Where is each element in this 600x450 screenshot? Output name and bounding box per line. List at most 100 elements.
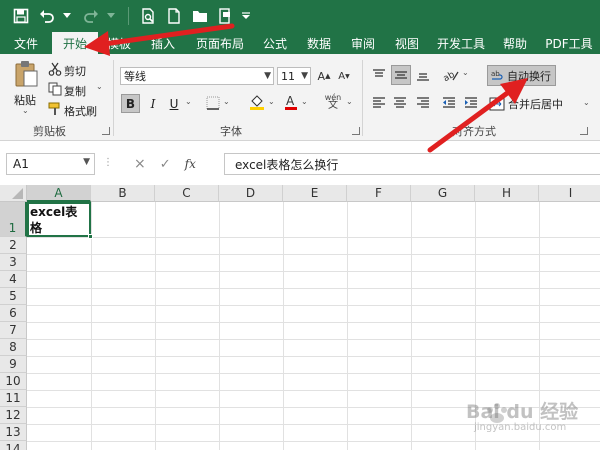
scissors-icon[interactable] <box>48 62 62 76</box>
column-header-i[interactable]: I <box>539 185 600 202</box>
tab-view[interactable]: 视图 <box>384 32 430 54</box>
column-header-d[interactable]: D <box>219 185 283 202</box>
row-header-10[interactable]: 10 <box>0 373 27 390</box>
row-header-8[interactable]: 8 <box>0 339 27 356</box>
copy-dropdown-icon[interactable]: ⌄ <box>96 82 103 91</box>
font-size-combo[interactable]: 11 ▼ <box>277 67 311 85</box>
qat-dropdown-icon[interactable] <box>241 5 251 27</box>
tab-file[interactable]: 文件 <box>0 32 52 54</box>
decrease-font-size-icon[interactable]: A ▼ <box>336 68 352 84</box>
tab-review[interactable]: 审阅 <box>342 32 384 54</box>
borders-icon[interactable] <box>205 95 221 111</box>
merge-center-button[interactable]: 合并后居中 <box>489 94 579 114</box>
formula-input[interactable]: excel表格怎么换行 <box>224 153 600 175</box>
format-painter-label[interactable]: 格式刷 <box>64 103 97 119</box>
new-file-icon[interactable] <box>163 5 185 27</box>
undo-icon[interactable] <box>36 5 58 27</box>
row-header-5[interactable]: 5 <box>0 288 27 305</box>
align-middle-icon[interactable] <box>391 65 411 85</box>
row-header-13[interactable]: 13 <box>0 424 27 441</box>
column-header-b[interactable]: B <box>91 185 155 202</box>
undo-dropdown-icon[interactable] <box>62 5 72 27</box>
tab-page-layout[interactable]: 页面布局 <box>186 32 254 54</box>
alignment-group-label: 对齐方式 <box>452 125 496 138</box>
alignment-dialog-launcher-icon[interactable] <box>580 127 588 135</box>
orientation-icon[interactable]: ab <box>442 66 460 84</box>
bold-button[interactable]: B <box>121 94 140 113</box>
clipboard-dialog-launcher-icon[interactable] <box>102 127 110 135</box>
phonetic-guide-icon[interactable]: wén 文 <box>322 92 344 112</box>
select-all-corner[interactable] <box>0 185 27 202</box>
cut-button-label[interactable]: 剪切 <box>64 63 86 79</box>
font-name-combo[interactable]: 等线 ▼ <box>120 67 274 85</box>
open-folder-icon[interactable] <box>189 5 211 27</box>
enter-icon[interactable]: ✓ <box>160 157 171 172</box>
wrap-text-button[interactable]: ab 自动换行 <box>487 65 556 86</box>
redo-icon[interactable] <box>80 5 102 27</box>
cell-a1[interactable]: excel表格 怎么换行 <box>27 202 91 237</box>
tab-home[interactable]: 开始 <box>52 32 98 54</box>
font-color-icon[interactable]: A <box>283 93 299 111</box>
paste-dropdown-icon[interactable]: ⌄ <box>22 106 29 115</box>
row-header-3[interactable]: 3 <box>0 254 27 271</box>
row-header-9[interactable]: 9 <box>0 356 27 373</box>
copy-button-label[interactable]: 复制 <box>64 83 86 99</box>
underline-dropdown-icon[interactable]: ⌄ <box>185 97 192 106</box>
merge-dropdown-icon[interactable]: ⌄ <box>583 98 590 107</box>
tab-developer[interactable]: 开发工具 <box>430 32 492 54</box>
cancel-icon[interactable]: × <box>134 156 146 172</box>
font-dialog-launcher-icon[interactable] <box>352 127 360 135</box>
align-left-icon[interactable] <box>370 94 388 112</box>
row-header-2[interactable]: 2 <box>0 237 27 254</box>
increase-indent-icon[interactable] <box>462 94 480 112</box>
font-size-dropdown-icon[interactable]: ▼ <box>301 68 308 84</box>
font-color-dropdown-icon[interactable]: ⌄ <box>301 97 308 106</box>
column-header-e[interactable]: E <box>283 185 347 202</box>
fill-handle[interactable] <box>88 234 93 239</box>
increase-font-size-icon[interactable]: A ▲ <box>316 68 332 84</box>
redo-dropdown-icon[interactable] <box>106 5 116 27</box>
row-header-7[interactable]: 7 <box>0 322 27 339</box>
align-right-icon[interactable] <box>414 94 432 112</box>
row-header-6[interactable]: 6 <box>0 305 27 322</box>
paste-icon[interactable] <box>12 60 40 88</box>
save-icon[interactable] <box>10 5 32 27</box>
tab-data[interactable]: 数据 <box>296 32 342 54</box>
column-header-f[interactable]: F <box>347 185 411 202</box>
row-header-1[interactable]: 1 <box>0 202 27 237</box>
row-header-12[interactable]: 12 <box>0 407 27 424</box>
column-header-g[interactable]: G <box>411 185 475 202</box>
orientation-dropdown-icon[interactable]: ⌄ <box>462 68 469 77</box>
row-header-4[interactable]: 4 <box>0 271 27 288</box>
align-center-icon[interactable] <box>391 94 409 112</box>
tab-templates[interactable]: 模板 <box>98 32 140 54</box>
copy-icon[interactable] <box>48 82 62 96</box>
customize-icon[interactable] <box>215 5 237 27</box>
format-painter-icon[interactable] <box>48 102 62 116</box>
tab-pdf-tools[interactable]: PDF工具 <box>538 32 600 54</box>
column-header-h[interactable]: H <box>475 185 539 202</box>
print-preview-icon[interactable] <box>137 5 159 27</box>
grid-line <box>27 271 600 272</box>
tab-formulas[interactable]: 公式 <box>254 32 296 54</box>
italic-button[interactable]: I <box>145 94 161 113</box>
align-top-icon[interactable] <box>370 66 388 84</box>
align-bottom-icon[interactable] <box>414 66 432 84</box>
font-name-dropdown-icon[interactable]: ▼ <box>264 68 271 84</box>
row-header-11[interactable]: 11 <box>0 390 27 407</box>
row-header-14[interactable]: 14 <box>0 441 27 450</box>
column-header-c[interactable]: C <box>155 185 219 202</box>
borders-dropdown-icon[interactable]: ⌄ <box>223 97 230 106</box>
name-box[interactable]: A1 ▼ <box>6 153 95 175</box>
fill-color-icon[interactable] <box>248 93 266 111</box>
underline-button[interactable]: U <box>166 94 182 113</box>
decrease-indent-icon[interactable] <box>440 94 458 112</box>
insert-function-icon[interactable]: fx <box>185 157 196 171</box>
column-header-a[interactable]: A <box>27 185 91 202</box>
tab-insert[interactable]: 插入 <box>140 32 186 54</box>
tab-help[interactable]: 帮助 <box>492 32 538 54</box>
phonetic-dropdown-icon[interactable]: ⌄ <box>346 97 353 106</box>
merge-center-label: 合并后居中 <box>508 98 563 111</box>
name-box-dropdown-icon[interactable]: ▼ <box>83 157 90 167</box>
fill-color-dropdown-icon[interactable]: ⌄ <box>268 97 275 106</box>
